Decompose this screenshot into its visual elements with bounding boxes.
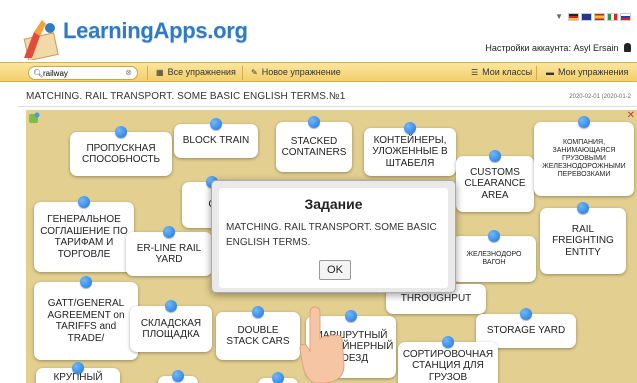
- card[interactable]: КОМПАНИЯ, ЗАНИМАЮЩАЯСЯ ГРУЗОВЫМИ ЖЕЛЕЗНО…: [534, 116, 634, 196]
- search-box[interactable]: 🔍︎ ⊗: [28, 66, 138, 80]
- card[interactable]: КОНТЕЙНЕРЫ, УЛОЖЕННЫЕ В ШТАБЕЛЯ: [364, 122, 456, 176]
- nav-divider: [536, 66, 537, 80]
- flag-uk-icon[interactable]: [581, 12, 592, 21]
- pin-icon: [72, 362, 84, 374]
- pin-icon: [404, 122, 416, 134]
- card-text: BLOCK TRAIN: [182, 135, 250, 147]
- nav-new-exercise[interactable]: ✎ Новое упражнение: [251, 67, 341, 77]
- pin-icon: [78, 196, 90, 208]
- card[interactable]: ГЕНЕРАЛЬНОЕ СОГЛАШЕНИЕ ПО ТАРИФАМ И ТОРГ…: [34, 196, 134, 272]
- task-dialog: Задание MATCHING. RAIL TRANSPORT. SOME B…: [219, 188, 448, 288]
- user-icon: [624, 43, 631, 52]
- card[interactable]: СКЛАДСКАЯ ПЛОЩАДКА: [130, 300, 212, 352]
- card[interactable]: КРУПНЫЙ: [36, 362, 120, 383]
- dialog-title: Задание: [304, 196, 363, 212]
- card[interactable]: CUSTOMS CLEARANCE AREA: [456, 150, 534, 212]
- pin-icon: [210, 118, 222, 130]
- card[interactable]: STACKED CONTAINERS: [276, 116, 352, 172]
- language-selector[interactable]: ▼: [555, 12, 631, 21]
- close-icon[interactable]: ✕: [627, 110, 635, 121]
- grid-icon: ▦: [156, 68, 164, 77]
- card[interactable]: ER-LINE RAIL YARD: [126, 226, 212, 276]
- list-icon: ☰: [471, 68, 479, 77]
- pin-icon: [172, 370, 184, 382]
- card-text: CUSTOMS CLEARANCE AREA: [464, 166, 526, 201]
- card[interactable]: GATT/GENERAL AGREEMENT on TARIFFS and TR…: [34, 276, 138, 360]
- pin-icon: [252, 306, 264, 318]
- card[interactable]: ПРОПУСКНАЯ СПОСОБНОСТЬ: [70, 126, 172, 176]
- nav-my-exercises[interactable]: ▬ Мои упражнения: [546, 67, 628, 77]
- card-text: КОНТЕЙНЕРЫ, УЛОЖЕННЫЕ В ШТАБЕЛЯ: [372, 134, 448, 169]
- card-text: ER-LINE RAIL YARD: [136, 242, 202, 266]
- account-settings[interactable]: Настройки аккаунта: Asyl Ersain: [485, 43, 631, 53]
- ok-button[interactable]: OK: [319, 260, 351, 280]
- pin-icon: [163, 226, 175, 238]
- flag-ru-icon[interactable]: [620, 12, 631, 21]
- nav-divider: [147, 66, 148, 80]
- flag-it-icon[interactable]: [607, 12, 618, 21]
- card[interactable]: RAIL FREIGHTING ENTITY: [540, 202, 626, 274]
- logo-text[interactable]: LearningApps.org: [63, 18, 248, 44]
- card-text: THROUGHPUT: [400, 293, 472, 305]
- card[interactable]: СОРТИРОВОЧНАЯ СТАНЦИЯ ДЛЯ ГРУЗОВ: [398, 336, 498, 383]
- pin-icon: [577, 202, 589, 214]
- card-text: ПРОПУСКНАЯ СПОСОБНОСТЬ: [81, 142, 161, 166]
- clear-search-icon[interactable]: ⊗: [125, 68, 132, 77]
- nav-all-exercises-label: Все упражнения: [167, 67, 236, 77]
- page-date: 2020-02-01 (2020-01-2: [569, 94, 631, 100]
- pin-icon: [308, 116, 320, 128]
- card-text: RAIL FREIGHTING ENTITY: [552, 223, 614, 258]
- nav-my-classes-label: Мои классы: [482, 67, 533, 77]
- pin-icon: [442, 336, 454, 348]
- card-text: ЖЕЛЕЗНОДОРО ВАГОН: [466, 250, 522, 266]
- card[interactable]: [258, 372, 298, 383]
- nav-new-exercise-label: Новое упражнение: [261, 67, 341, 77]
- pencil-icon: ✎: [251, 68, 258, 77]
- flag-de-icon[interactable]: [568, 12, 579, 21]
- folder-icon: ▬: [546, 68, 554, 77]
- card[interactable]: DOUBLE STACK CARS: [216, 306, 300, 360]
- dialog-text: MATCHING. RAIL TRANSPORT. SOME BASIC ENG…: [226, 222, 437, 248]
- nav-my-exercises-label: Мои упражнения: [558, 67, 629, 77]
- page-title: MATCHING. RAIL TRANSPORT. SOME BASIC ENG…: [26, 91, 346, 102]
- card[interactable]: BLOCK TRAIN: [174, 118, 258, 158]
- pin-icon: [165, 300, 177, 312]
- pin-icon: [488, 230, 500, 242]
- flag-es-icon[interactable]: [594, 12, 605, 21]
- pin-icon: [272, 372, 284, 383]
- card-text: СКЛАДСКАЯ ПЛОЩАДКА: [140, 317, 202, 341]
- navbar: 🔍︎ ⊗ ▦Все упражнения ✎Новое упражнение ☰…: [0, 62, 637, 82]
- pin-icon: [115, 126, 127, 138]
- card-text: GATT/GENERAL AGREEMENT on TARIFFS and TR…: [47, 298, 125, 344]
- search-icon: 🔍︎: [33, 69, 44, 78]
- card-text: СОРТИРОВОЧНАЯ СТАНЦИЯ ДЛЯ ГРУЗОВ: [402, 348, 494, 383]
- card-text: ГЕНЕРАЛЬНОЕ СОГЛАШЕНИЕ ПО ТАРИФАМ И ТОРГ…: [40, 214, 128, 260]
- pointer-hand-icon: [299, 306, 345, 383]
- nav-divider: [242, 66, 243, 80]
- card-text: DOUBLE STACK CARS: [226, 324, 290, 348]
- page: LearningApps.org ▼ Настройки аккаунта: A…: [0, 0, 637, 383]
- nav-my-classes[interactable]: ☰ Мои классы: [471, 67, 532, 77]
- header: LearningApps.org ▼ Настройки аккаунта: A…: [0, 0, 637, 62]
- pin-icon: [80, 276, 92, 288]
- divider: [18, 106, 637, 107]
- account-label: Настройки аккаунта:: [485, 43, 571, 53]
- chevron-down-icon[interactable]: ▼: [555, 12, 563, 21]
- card-text: КОМПАНИЯ, ЗАНИМАЮЩАЯСЯ ГРУЗОВЫМИ ЖЕЛЕЗНО…: [542, 138, 626, 179]
- card[interactable]: [158, 370, 198, 383]
- pin-icon: [578, 116, 590, 128]
- card[interactable]: ЖЕЛЕЗНОДОРО ВАГОН: [452, 230, 536, 282]
- pin-icon: [489, 150, 501, 162]
- search-input[interactable]: [43, 68, 113, 78]
- logo-icon[interactable]: [20, 14, 64, 60]
- pin-icon: [520, 308, 532, 320]
- nav-all-exercises[interactable]: ▦ Все упражнения: [156, 67, 236, 77]
- account-user[interactable]: Asyl Ersain: [573, 43, 618, 53]
- card-text: STORAGE YARD: [486, 325, 566, 337]
- app-icon[interactable]: [28, 112, 40, 124]
- card-text: STACKED CONTAINERS: [281, 135, 347, 159]
